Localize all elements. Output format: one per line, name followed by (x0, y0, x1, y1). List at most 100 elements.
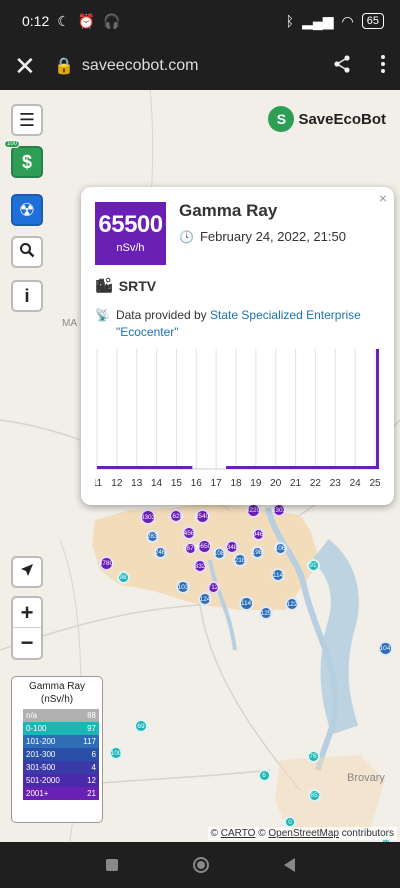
map-attribution: © CARTO © OpenStreetMap contributors (207, 827, 397, 840)
chart-x-tick-label: 17 (211, 478, 223, 489)
place-label-brovary: Brovary (347, 772, 385, 784)
popup-date-row: 🕓 February 24, 2022, 21:50 (179, 229, 346, 244)
alarm-icon: ⏰ (77, 12, 96, 29)
map-cluster-marker[interactable]: 198 (250, 545, 264, 559)
close-icon[interactable]: ✕ (14, 53, 54, 79)
url-text[interactable]: saveecobot.com (82, 57, 199, 75)
map-cluster-marker[interactable]: 106 (273, 541, 287, 555)
map-cluster-marker[interactable]: 104 (377, 640, 393, 656)
osm-link[interactable]: OpenStreetMap (268, 828, 339, 839)
recents-button[interactable] (105, 859, 118, 871)
map-cluster-marker[interactable]: 100 (109, 746, 123, 760)
menu-button[interactable]: ☰ (11, 104, 43, 136)
info-icon: i (24, 285, 30, 306)
popup-date: February 24, 2022, 21:50 (199, 229, 346, 244)
reading-value-box: 65500 nSv/h (95, 202, 166, 265)
clock-icon: 🕓 (179, 229, 194, 244)
map-cluster-marker[interactable]: 6 (257, 768, 271, 782)
map-cluster-marker[interactable]: 3780 (98, 555, 114, 571)
back-button[interactable] (283, 858, 295, 872)
saveecobot-logo[interactable]: S SaveEcoBot (268, 106, 386, 132)
map-cluster-marker[interactable]: 3303 (272, 503, 286, 517)
map-cluster-marker[interactable]: 69 (134, 719, 148, 733)
map-cluster-marker[interactable]: 3540 (194, 508, 210, 524)
search-icon (19, 242, 35, 263)
chart-x-tick-label: 14 (151, 478, 163, 489)
chart-x-tick-label: 19 (250, 478, 262, 489)
city-icon: 🏙 (95, 277, 113, 293)
locate-button[interactable] (11, 556, 43, 588)
map-cluster-marker[interactable]: 712 (206, 580, 220, 594)
map-cluster-marker[interactable]: 348 (225, 540, 239, 554)
hamburger-icon: ☰ (18, 109, 36, 130)
map-cluster-marker[interactable]: 246 (153, 545, 167, 559)
legend-count: 4 (91, 763, 96, 772)
system-nav-bar (0, 842, 400, 888)
legend-row: 101-200 117 (23, 735, 99, 748)
map-cluster-marker[interactable]: 91 (306, 558, 320, 572)
more-menu-icon[interactable] (380, 54, 386, 79)
chart-x-tick-label: 18 (230, 478, 242, 489)
radiation-layer-button[interactable]: ☢ (11, 194, 43, 226)
legend-count: 6 (91, 750, 96, 759)
battery-icon: 65 (361, 13, 384, 29)
legend-row: 201-300 6 (23, 748, 99, 761)
legend-rows: n/a 88 0-100 97 101-200 117 201-300 6 301-500 4 50… (15, 709, 99, 800)
legend-range: 301-500 (26, 763, 56, 772)
map-cluster-marker[interactable]: 114 (271, 568, 285, 582)
status-bar: 0:12 ☾ ⏰ 🎧 ᛒ ▂▄▆ ◠ 65 (0, 0, 400, 42)
map-cluster-marker[interactable]: 946 (251, 527, 265, 541)
legend-range: 0-100 (26, 724, 47, 733)
browser-toolbar: ✕ 🔒 saveecobot.com (0, 42, 400, 90)
map-cluster-marker[interactable]: 3303 (140, 509, 156, 525)
map-cluster-marker[interactable]: 122 (285, 597, 299, 611)
legend-row: 0-100 97 (23, 722, 99, 735)
map-cluster-marker[interactable]: 832 (193, 559, 207, 573)
share-icon[interactable] (332, 54, 352, 79)
map[interactable]: MA Brovary S SaveEcoBot ☰ $ 100 ☢ i + − … (0, 90, 400, 842)
search-button[interactable] (11, 236, 43, 268)
map-cluster-marker[interactable]: 85 (307, 788, 321, 802)
legend-range: 501-2000 (26, 776, 60, 785)
saveecobot-logo-icon: S (268, 106, 295, 132)
home-button[interactable] (192, 857, 209, 873)
bluetooth-icon: ᛒ (285, 13, 295, 29)
map-cluster-marker[interactable]: 103 (176, 580, 190, 594)
reading-value: 65500 (98, 211, 163, 238)
map-cluster-marker[interactable]: 124 (198, 592, 212, 606)
map-cluster-marker[interactable]: 114 (238, 595, 254, 611)
provider-prefix: Data provided by (115, 308, 207, 322)
popup-close-button[interactable]: × (379, 190, 387, 206)
legend-title: Gamma Ray (28, 681, 86, 692)
moon-icon: ☾ (57, 12, 70, 29)
map-cluster-marker[interactable]: 98 (116, 570, 130, 584)
map-cluster-marker[interactable]: 456 (182, 526, 196, 540)
history-chart: 11 12 13 14 15 16 17 18 19 20 21 22 23 24 25 (95, 349, 381, 489)
map-cluster-marker[interactable]: 218 (233, 553, 247, 567)
station-name: SRTV (118, 277, 157, 294)
chart-x-tick-label: 24 (350, 478, 362, 489)
map-cluster-marker[interactable]: 76 (306, 749, 320, 763)
map-cluster-marker[interactable]: 283 (145, 529, 159, 543)
map-cluster-marker[interactable]: 125 (259, 606, 273, 620)
donate-button[interactable]: $ (11, 146, 43, 178)
zoom-in-button[interactable]: + (13, 598, 41, 628)
carto-link[interactable]: CARTO (221, 828, 256, 839)
provider-row: 📡 Data provided by State Specialized Ent… (95, 307, 383, 341)
map-cluster-marker[interactable]: 6650 (196, 538, 212, 554)
map-cluster-marker[interactable]: 108 (212, 546, 226, 560)
chart-x-tick-label: 11 (95, 478, 103, 489)
map-cluster-marker[interactable]: 1620 (169, 509, 183, 523)
legend-range: 201-300 (26, 750, 56, 759)
controls-badge: 100 (4, 140, 21, 148)
popup-title: Gamma Ray (179, 201, 278, 220)
legend-count: 88 (87, 711, 96, 720)
chart-x-tick-label: 22 (310, 478, 322, 489)
dollar-hand-icon: $ (21, 151, 32, 172)
legend-row: n/a 88 (23, 709, 99, 722)
zoom-out-button[interactable]: − (13, 628, 41, 658)
map-cluster-marker[interactable]: 3670 (183, 541, 197, 555)
legend-row: 501-2000 12 (23, 774, 99, 787)
info-button[interactable]: i (11, 280, 43, 312)
legend-count: 97 (87, 724, 96, 733)
